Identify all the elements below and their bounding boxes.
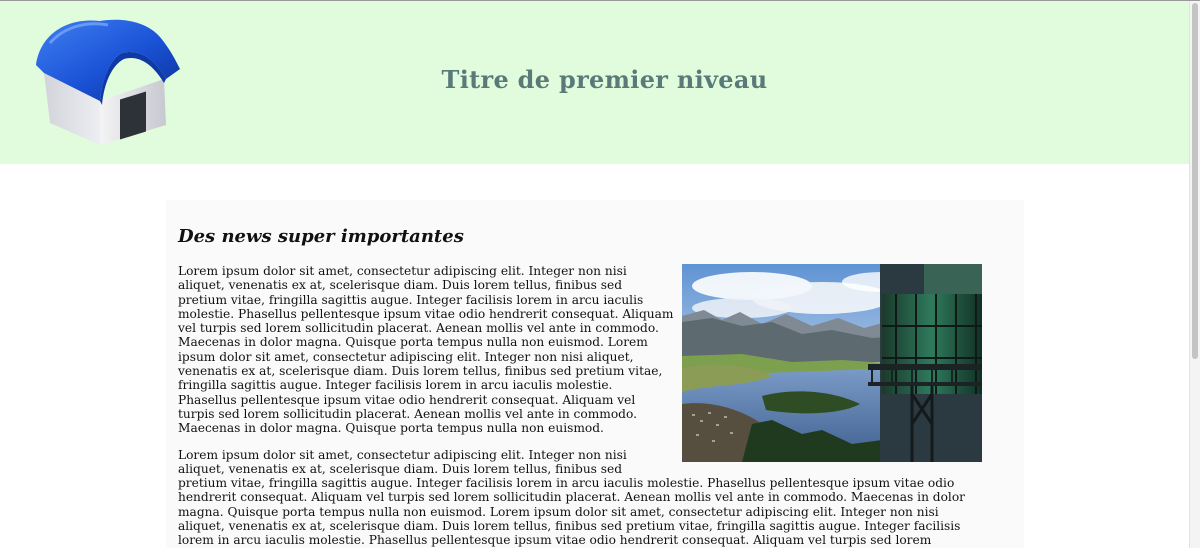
article-paragraph: Lorem ipsum dolor sit amet, consectetur … <box>178 447 965 548</box>
vertical-scrollbar[interactable] <box>1189 1 1200 548</box>
scrollbar-thumb[interactable] <box>1192 3 1198 359</box>
news-article: Des news super importantes Lorem ipsum d… <box>166 200 1024 548</box>
article-heading: Des news super importantes <box>178 226 464 247</box>
header-banner: Titre de premier niveau <box>0 1 1189 164</box>
page-title: Titre de premier niveau <box>441 65 768 94</box>
lake-mountain-photo <box>682 264 982 462</box>
page: Titre de premier niveau Des news super i… <box>0 0 1200 548</box>
